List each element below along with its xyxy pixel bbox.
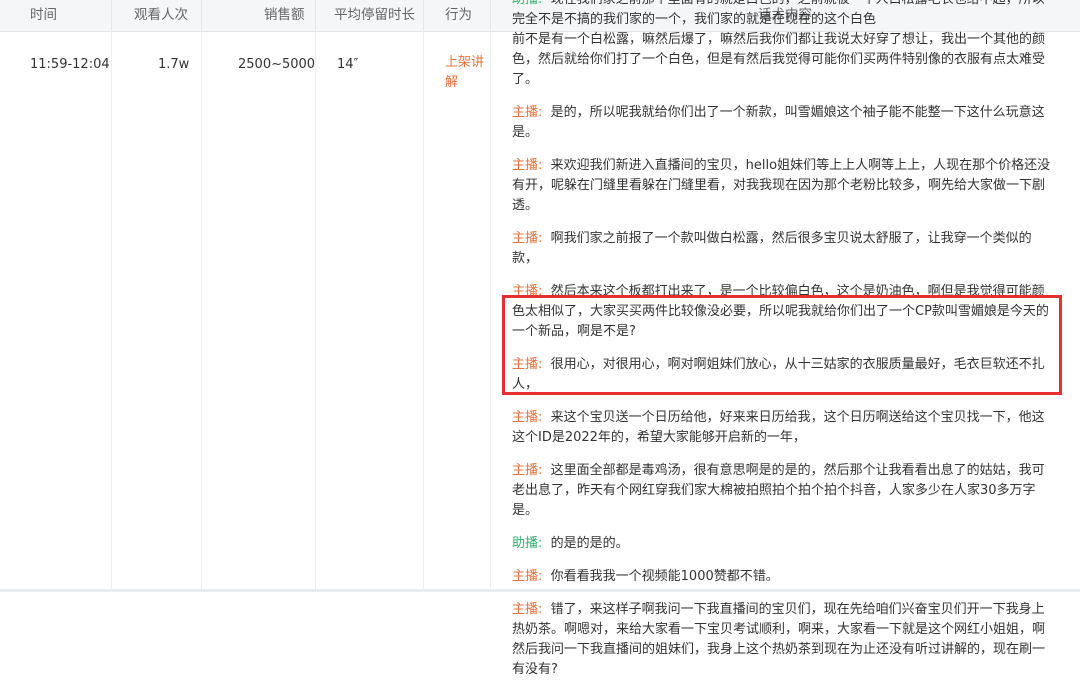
- header-divider: [111, 0, 112, 31]
- script-text: 前不是有一个白松露，嘛然后爆了，嘛然后我你们都让我说太好穿了想让，我出一个其他的…: [512, 32, 1046, 87]
- script-text: 啊我们家之前报了一个款叫做白松露，然后很多宝贝说太舒服了，让我穿一个类似的款，: [512, 231, 1032, 266]
- speaker-label: 主播:: [512, 158, 543, 173]
- script-paragraph: 主播: 来这个宝贝送一个日历给他，好来来日历给我，这个日历啊送给这个宝贝找一下，…: [512, 408, 1054, 448]
- speaker-label: 主播:: [512, 569, 543, 584]
- column-divider: [490, 31, 491, 592]
- script-text: 来欢迎我们新进入直播间的宝贝，hello姐妹们等上上人啊等上上，人现在那个价格还…: [512, 158, 1051, 213]
- header-divider: [490, 0, 491, 31]
- script-text: 现在我们家之前那个里面有的就是白色的，之前就被一个人白松露毛衣也给不起，所以完全…: [512, 0, 1045, 27]
- cell-viewers: 1.7w: [158, 57, 190, 72]
- column-divider: [111, 31, 112, 592]
- script-paragraph: 助播: 现在我们家之前那个里面有的就是白色的，之前就被一个人白松露毛衣也给不起，…: [512, 0, 1054, 30]
- speaker-label: 主播:: [512, 410, 543, 425]
- script-text: 这里面全部都是毒鸡汤，很有意思啊是的是的，然后那个让我看看出息了的姑姑，我可老出…: [512, 463, 1045, 518]
- header-avg-stay: 平均停留时长: [334, 7, 415, 23]
- script-paragraph: 主播: 这里面全部都是毒鸡汤，很有意思啊是的是的，然后那个让我看看出息了的姑姑，…: [512, 461, 1054, 521]
- script-paragraph: 助播: 的是的是的。: [512, 534, 1054, 554]
- script-text: 错了，来这样子啊我问一下我直播间的宝贝们，现在先给咱们兴奋宝贝们开一下我身上热奶…: [512, 602, 1046, 677]
- script-paragraph: 主播: 是的，所以呢我就给你们出了一个新款，叫雪媚娘这个袖子能不能整一下这什么玩…: [512, 103, 1054, 143]
- speaker-label: 主播:: [512, 463, 543, 478]
- cell-time: 11:59-12:04: [30, 57, 110, 72]
- speaker-label: 助播:: [512, 0, 542, 7]
- script-paragraph: 主播: 来欢迎我们新进入直播间的宝贝，hello姐妹们等上上人啊等上上，人现在那…: [512, 156, 1054, 216]
- script-text: 来这个宝贝送一个日历给他，好来来日历给我，这个日历啊送给这个宝贝找一下，他这这个…: [512, 410, 1045, 445]
- cell-action: 上架讲解: [445, 55, 485, 90]
- script-paragraph: 主播: 啊我们家之前报了一个款叫做白松露，然后很多宝贝说太舒服了，让我穿一个类似…: [512, 229, 1054, 269]
- header-time: 时间: [30, 7, 57, 23]
- header-viewers: 观看人次: [134, 7, 188, 23]
- cell-sales: 2500~5000: [238, 57, 316, 72]
- script-paragraph: 主播: 你看看我我一个视频能1000赞都不错。: [512, 567, 1054, 587]
- script-paragraph: 主播: 错了，来这样子啊我问一下我直播间的宝贝们，现在先给咱们兴奋宝贝们开一下我…: [512, 600, 1054, 680]
- header-sales: 销售额: [264, 7, 305, 23]
- column-divider: [315, 31, 316, 592]
- highlight-box: [502, 295, 1062, 395]
- column-divider: [201, 31, 202, 592]
- speaker-label: 主播:: [512, 231, 543, 246]
- header-divider: [315, 0, 316, 31]
- speaker-label: 主播:: [512, 105, 543, 120]
- script-text: 你看看我我一个视频能1000赞都不错。: [550, 569, 779, 584]
- column-divider: [423, 31, 424, 592]
- speaker-label: 助播:: [512, 536, 543, 551]
- script-text: 是的，所以呢我就给你们出了一个新款，叫雪媚娘这个袖子能不能整一下这什么玩意这是。: [512, 105, 1045, 140]
- script-paragraph: 前不是有一个白松露，嘛然后爆了，嘛然后我你们都让我说太好穿了想让，我出一个其他的…: [512, 30, 1054, 90]
- header-divider: [201, 0, 202, 31]
- header-divider: [423, 0, 424, 31]
- script-text: 的是的是的。: [550, 536, 629, 551]
- cell-avg-stay: 14″: [337, 57, 359, 72]
- speaker-label: 主播:: [512, 602, 543, 617]
- header-action: 行为: [445, 7, 472, 23]
